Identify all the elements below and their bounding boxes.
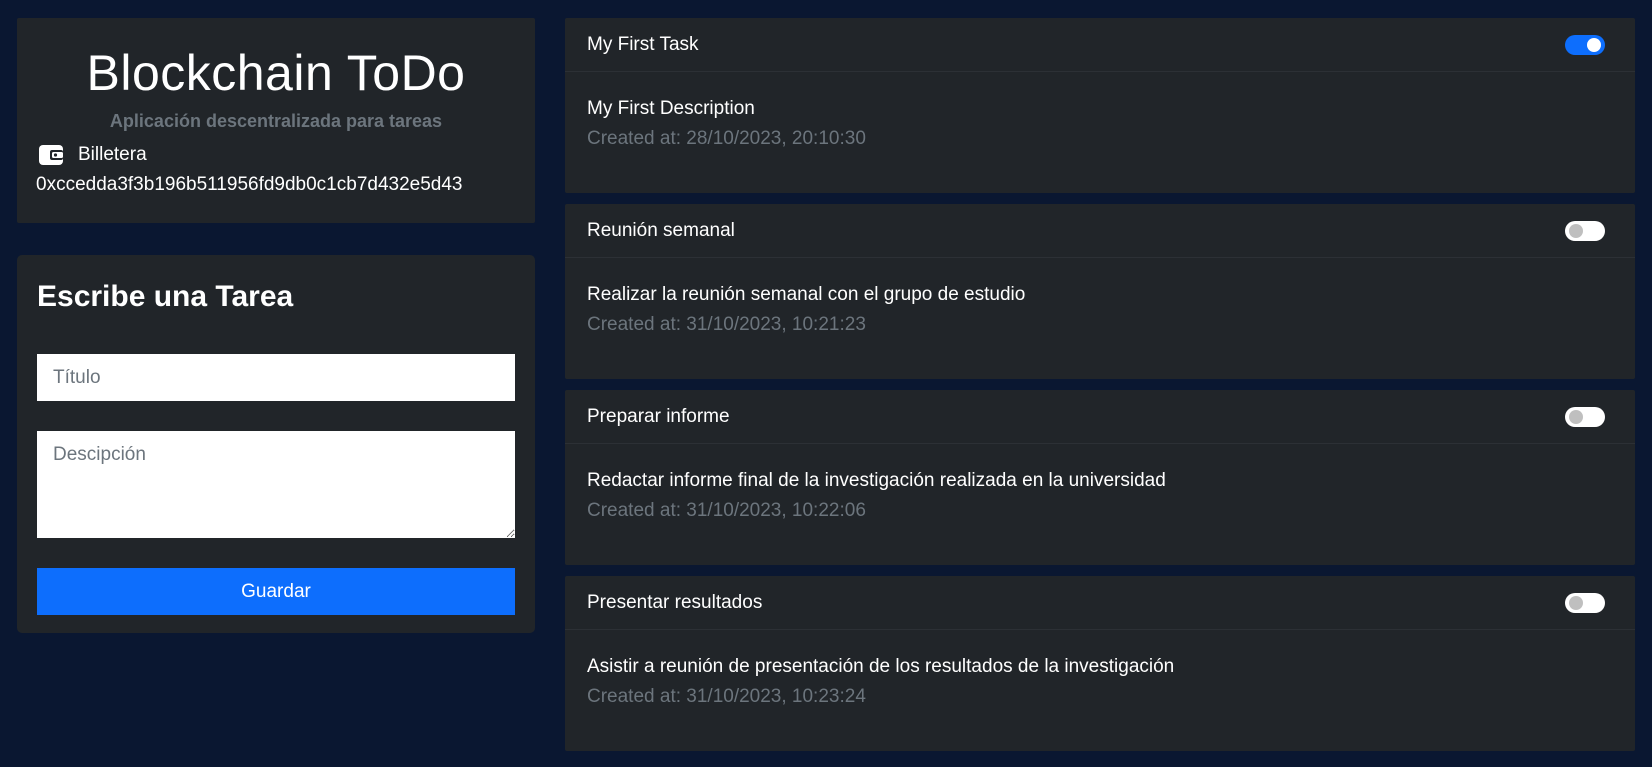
task-created-at: Created at: 31/10/2023, 10:22:06 [587,500,866,521]
task-body: Asistir a reunión de presentación de los… [565,630,1635,709]
task-created-at: Created at: 28/10/2023, 20:10:30 [587,128,866,149]
task-form-card: Escribe una Tarea Guardar [17,255,535,633]
task-done-toggle[interactable] [1565,592,1605,613]
task-description: My First Description [587,98,755,119]
task-body: Redactar informe final de la investigaci… [565,444,1635,523]
task-created-at: Created at: 31/10/2023, 10:21:23 [587,314,866,335]
task-header: Presentar resultados [565,576,1635,630]
toggle-knob [1569,595,1583,610]
task-body: Realizar la reunión semanal con el grupo… [565,258,1635,337]
task-done-toggle[interactable] [1565,34,1605,55]
toggle-knob [1569,409,1583,424]
toggle-knob [1587,37,1601,52]
app-title: Blockchain ToDo [86,45,466,101]
task-description: Redactar informe final de la investigaci… [587,470,1166,491]
task-title: Reunión semanal [587,219,735,241]
task-card: My First Task My First Description Creat… [565,18,1635,193]
left-column: Blockchain ToDo Aplicación descentraliza… [17,18,535,633]
header-card: Blockchain ToDo Aplicación descentraliza… [17,18,535,223]
wallet-address: 0xccedda3f3b196b511956fd9db0c1cb7d432e5d… [36,174,463,195]
description-textarea[interactable] [37,431,515,538]
task-description: Asistir a reunión de presentación de los… [587,656,1175,677]
toggle-knob [1569,223,1583,238]
title-input[interactable] [37,354,515,401]
task-created-at: Created at: 31/10/2023, 10:23:24 [587,686,866,707]
task-header: Preparar informe [565,390,1635,444]
task-description: Realizar la reunión semanal con el grupo… [587,284,1026,305]
wallet-icon [38,144,64,166]
task-title: Presentar resultados [587,591,763,613]
wallet-row: Billetera [17,142,535,168]
save-button[interactable]: Guardar [37,568,515,615]
task-card: Preparar informe Redactar informe final … [565,390,1635,565]
task-done-toggle[interactable] [1565,406,1605,427]
task-title: My First Task [587,33,699,55]
task-done-toggle[interactable] [1565,220,1605,241]
task-body: My First Description Created at: 28/10/2… [565,72,1635,151]
task-header: Reunión semanal [565,204,1635,258]
wallet-label: Billetera [78,144,147,165]
task-list: My First Task My First Description Creat… [565,18,1635,762]
task-header: My First Task [565,18,1635,72]
form-heading: Escribe una Tarea [37,280,294,313]
task-card: Presentar resultados Asistir a reunión d… [565,576,1635,751]
task-title: Preparar informe [587,405,730,427]
task-card: Reunión semanal Realizar la reunión sema… [565,204,1635,379]
app-subtitle: Aplicación descentralizada para tareas [109,111,443,131]
